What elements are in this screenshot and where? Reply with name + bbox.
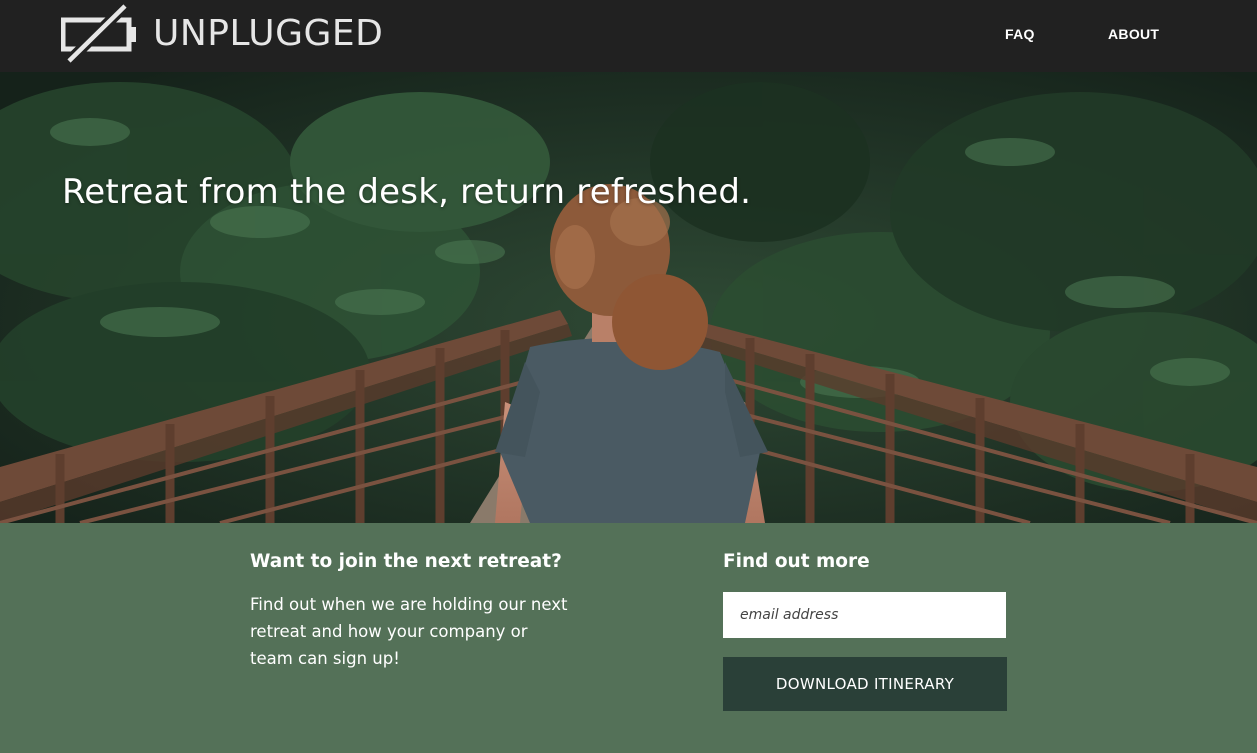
hero-title: Retreat from the desk, return refreshed. xyxy=(62,172,752,212)
site-header: UNPLUGGED FAQ ABOUT xyxy=(0,0,1257,72)
find-out-more-heading: Find out more xyxy=(723,551,870,572)
download-itinerary-button[interactable]: DOWNLOAD ITINERARY xyxy=(723,657,1007,711)
brand-name: UNPLUGGED xyxy=(153,13,384,54)
hero-photo-forest-bridge xyxy=(0,72,1257,523)
nav-about-link[interactable]: ABOUT xyxy=(1108,26,1159,42)
nav-faq-link[interactable]: FAQ xyxy=(1005,26,1035,42)
hero-banner: Retreat from the desk, return refreshed. xyxy=(0,72,1257,523)
unplugged-battery-icon xyxy=(61,3,136,65)
brand-logo[interactable]: UNPLUGGED xyxy=(61,3,383,65)
join-description: Find out when we are holding our next re… xyxy=(250,595,568,668)
email-field[interactable] xyxy=(723,592,1006,638)
join-heading: Want to join the next retreat? xyxy=(250,551,562,572)
